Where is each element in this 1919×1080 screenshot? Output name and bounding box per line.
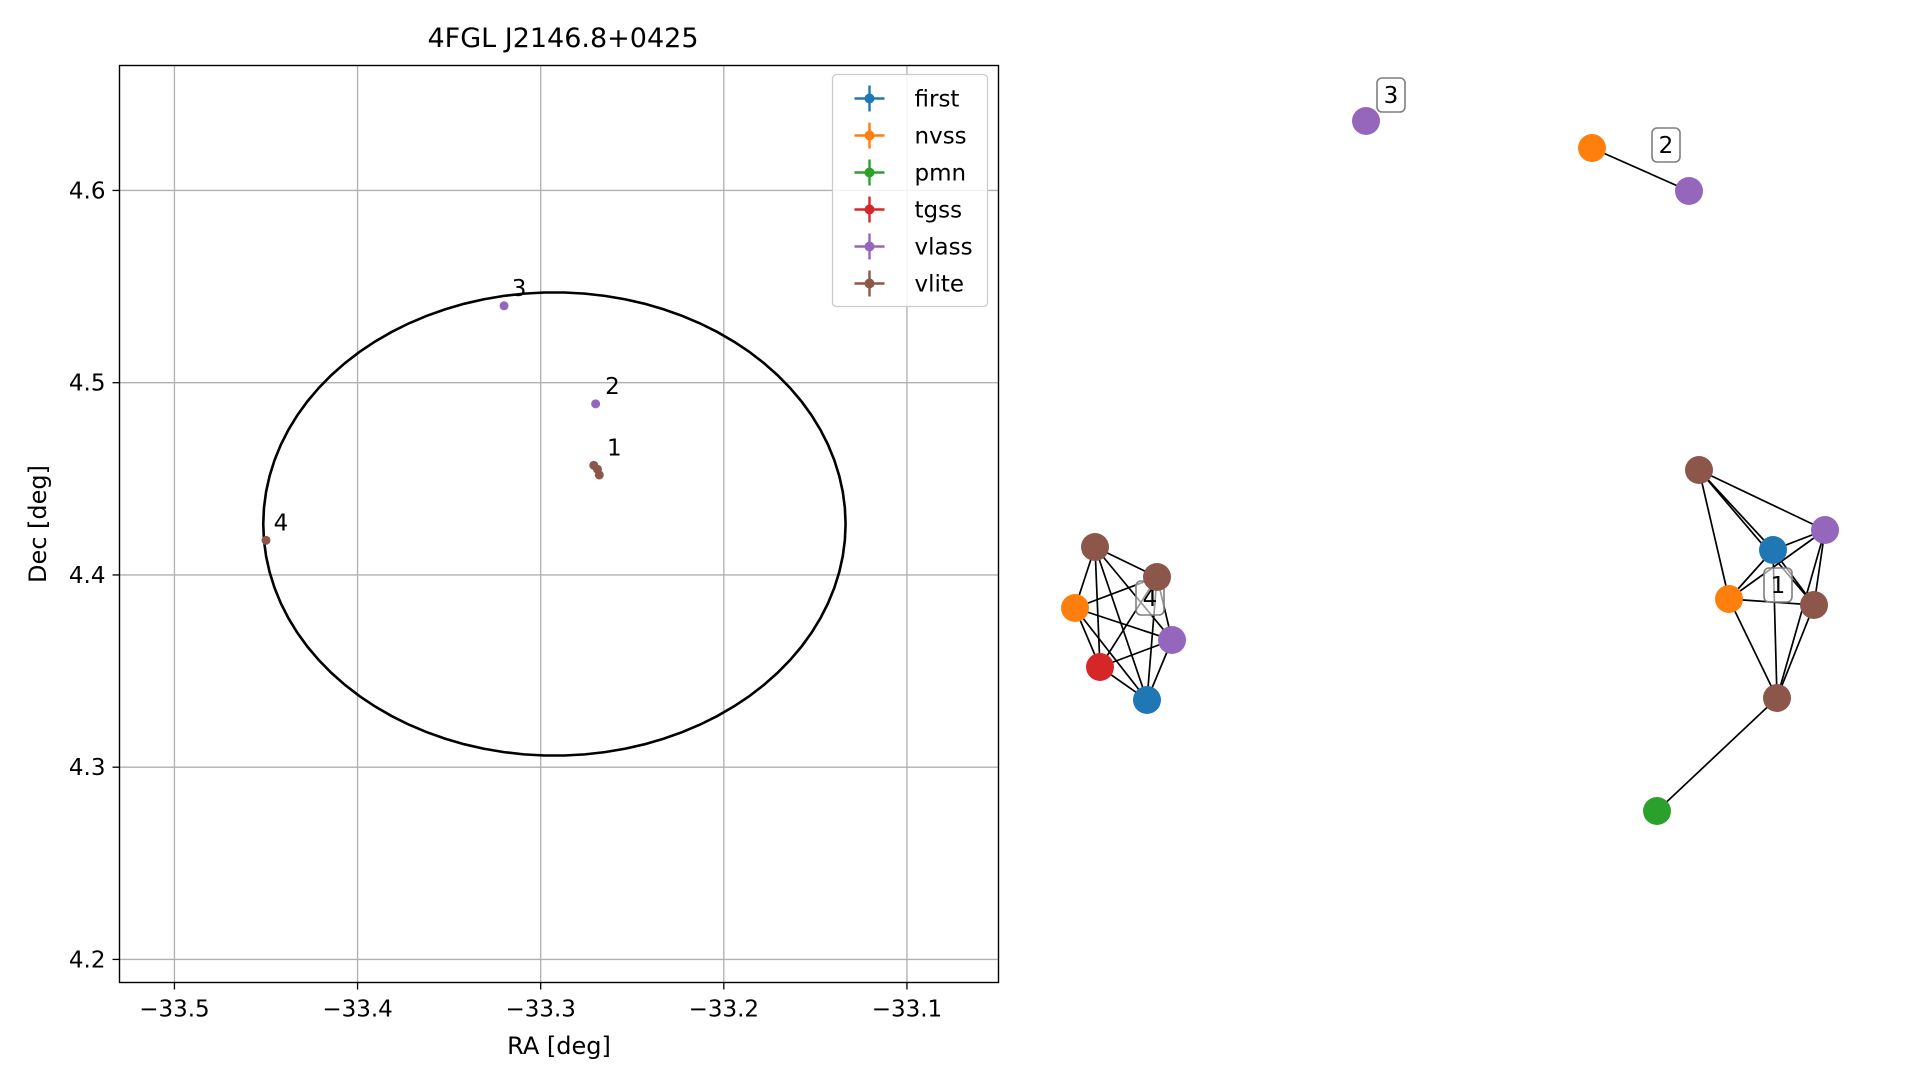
network-node-vlite <box>1143 563 1171 591</box>
network-node-vlass <box>1158 626 1186 654</box>
cluster-label: 1 <box>1771 573 1786 599</box>
network-edge <box>1094 546 1101 668</box>
network-edge <box>1698 469 1730 600</box>
network-node-vlite <box>1081 533 1109 561</box>
network-node-vlass <box>1352 107 1380 135</box>
network-edge <box>1776 604 1815 699</box>
y-axis-label: Dec [deg] <box>24 465 52 583</box>
network-node-tgss <box>1086 653 1114 681</box>
y-tick-label: 4.2 <box>69 947 106 973</box>
legend-label: tgss <box>915 198 963 224</box>
network-node-nvss <box>1578 134 1606 162</box>
cluster-label: 2 <box>1659 133 1674 159</box>
fov-ellipse <box>261 291 847 757</box>
network-node-nvss <box>1061 594 1089 622</box>
y-tick-label: 4.6 <box>69 178 106 204</box>
network-edge <box>1728 598 1778 699</box>
x-tick-label: −33.1 <box>872 997 942 1023</box>
cluster-label: 3 <box>1384 83 1399 109</box>
x-tick-label: −33.5 <box>139 997 209 1023</box>
source-point-vlass <box>499 301 509 311</box>
legend-marker-dot <box>864 130 875 141</box>
network-nodes <box>1061 107 1839 825</box>
scatter-panel: 4FGL J2146.8+0425 3 2 1 4 −33.5 −33.4 −33.3 −3… <box>24 23 1000 1060</box>
network-edges <box>1074 147 1826 812</box>
network-node-first <box>1759 536 1787 564</box>
x-tick-label: −33.2 <box>689 997 759 1023</box>
source-point-vlass <box>591 399 601 409</box>
source-label: 3 <box>512 276 527 302</box>
network-panel: 4321 <box>1061 77 1839 825</box>
legend-marker-dot <box>864 241 875 252</box>
x-axis-label: RA [deg] <box>507 1032 611 1060</box>
source-label: 4 <box>274 510 289 536</box>
y-tick-label: 4.5 <box>69 371 106 397</box>
network-node-pmn <box>1643 797 1671 825</box>
legend-label: first <box>915 87 960 113</box>
source-point-vlite <box>261 535 271 545</box>
legend-marker-dot <box>864 278 875 289</box>
network-edge <box>1656 697 1778 812</box>
source-label: 1 <box>607 435 622 461</box>
legend-marker-dot <box>864 204 875 215</box>
y-tick-label: 4.4 <box>69 563 106 589</box>
network-node-vlass <box>1811 516 1839 544</box>
legend-marker-dot <box>864 93 875 104</box>
network-node-vlass <box>1675 177 1703 205</box>
legend-marker-dot <box>864 167 875 178</box>
y-tick-label: 4.3 <box>69 755 106 781</box>
source-point-vlite <box>594 470 604 480</box>
network-node-nvss <box>1715 585 1743 613</box>
legend: first nvss pmn tgss vlass vlite <box>831 73 989 308</box>
network-node-vlite <box>1800 591 1828 619</box>
figure: 4FGL J2146.8+0425 3 2 1 4 −33.5 −33.4 −33.3 −3… <box>24 23 1839 1060</box>
network-cluster-labels: 4321 <box>1135 77 1793 616</box>
source-label: 2 <box>605 374 620 400</box>
network-node-vlite <box>1763 684 1791 712</box>
network-node-vlite <box>1685 456 1713 484</box>
legend-label: vlass <box>915 235 973 261</box>
legend-label: nvss <box>915 124 967 150</box>
legend-box <box>831 73 989 308</box>
points: 3 2 1 4 <box>261 276 622 545</box>
chart-title: 4FGL J2146.8+0425 <box>427 23 698 54</box>
x-tick-label: −33.3 <box>505 997 575 1023</box>
network-edge <box>1698 469 1815 606</box>
legend-label: pmn <box>915 161 967 187</box>
network-edge <box>1698 469 1826 531</box>
network-node-first <box>1133 686 1161 714</box>
legend-label: vlite <box>915 272 965 298</box>
x-tick-label: −33.4 <box>322 997 392 1023</box>
